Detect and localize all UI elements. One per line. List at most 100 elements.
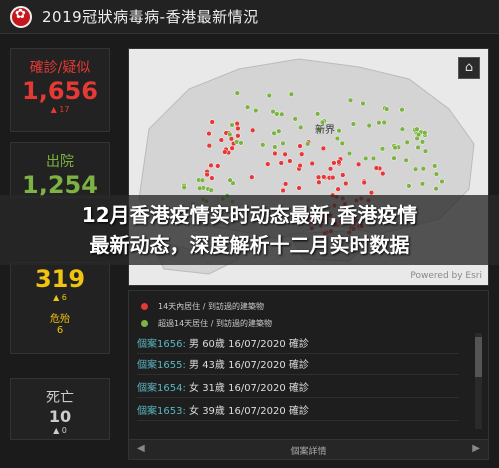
case-marker[interactable] (208, 162, 214, 169)
case-marker[interactable] (420, 166, 426, 172)
case-marker[interactable] (234, 120, 240, 127)
case-marker[interactable] (406, 183, 412, 189)
case-marker[interactable] (316, 179, 322, 185)
case-marker[interactable] (309, 160, 315, 167)
case-marker[interactable] (204, 171, 210, 178)
case-marker[interactable] (391, 155, 397, 161)
case-marker[interactable] (314, 111, 321, 117)
case-marker[interactable] (336, 159, 342, 165)
case-marker[interactable] (330, 174, 336, 181)
case-marker[interactable] (422, 130, 428, 136)
case-marker[interactable] (209, 175, 215, 181)
case-marker[interactable] (222, 149, 228, 155)
home-icon[interactable]: ⌂ (458, 57, 480, 79)
case-marker[interactable] (282, 151, 288, 157)
case-marker[interactable] (414, 126, 420, 132)
case-marker[interactable] (299, 151, 305, 157)
case-marker[interactable] (340, 172, 346, 178)
case-marker[interactable] (279, 111, 285, 117)
case-row[interactable]: 個案1653: 女 39歲 16/07/2020 確診 (137, 403, 459, 421)
case-marker[interactable] (228, 136, 235, 142)
case-marker[interactable] (373, 165, 380, 171)
case-marker[interactable] (287, 158, 293, 164)
case-marker[interactable] (350, 121, 357, 127)
case-marker[interactable] (234, 139, 240, 145)
case-marker[interactable] (433, 171, 440, 177)
case-marker[interactable] (238, 140, 244, 146)
case-marker[interactable] (433, 186, 439, 192)
case-marker[interactable] (315, 174, 322, 180)
case-marker[interactable] (298, 124, 304, 131)
case-marker[interactable] (229, 122, 235, 128)
case-marker[interactable] (272, 150, 278, 157)
case-marker[interactable] (321, 174, 327, 180)
case-marker[interactable] (415, 144, 421, 151)
case-row[interactable]: 個案1654: 女 31歲 16/07/2020 確診 (137, 380, 459, 398)
case-marker[interactable] (265, 161, 271, 167)
case-marker[interactable] (235, 133, 241, 139)
case-marker[interactable] (282, 181, 289, 187)
case-marker[interactable] (347, 97, 354, 103)
case-marker[interactable] (336, 128, 342, 134)
case-marker[interactable] (380, 170, 386, 177)
case-marker[interactable] (260, 142, 266, 148)
case-marker[interactable] (439, 178, 445, 185)
case-marker[interactable] (376, 120, 382, 126)
case-marker[interactable] (320, 145, 327, 152)
case-marker[interactable] (253, 107, 259, 114)
case-marker[interactable] (399, 126, 406, 132)
case-marker[interactable] (208, 187, 214, 193)
case-marker[interactable] (292, 116, 298, 122)
case-marker[interactable] (270, 108, 276, 115)
case-marker[interactable] (412, 166, 419, 172)
case-marker[interactable] (276, 128, 282, 134)
case-marker[interactable] (361, 179, 367, 186)
case-marker[interactable] (297, 143, 303, 149)
case-marker[interactable] (422, 148, 429, 154)
case-marker[interactable] (415, 131, 422, 138)
case-marker[interactable] (215, 163, 221, 169)
case-marker[interactable] (381, 119, 387, 126)
case-list-scrollbar[interactable] (475, 333, 482, 429)
case-marker[interactable] (419, 139, 426, 145)
case-marker[interactable] (280, 187, 286, 194)
case-row[interactable]: 個案1656: 男 60歲 16/07/2020 確診 (137, 336, 459, 354)
case-marker[interactable] (181, 184, 187, 191)
next-page-button[interactable]: ▶ (472, 443, 480, 454)
case-marker[interactable] (234, 90, 240, 96)
case-marker[interactable] (227, 177, 233, 183)
case-marker[interactable] (346, 150, 353, 157)
case-marker[interactable] (296, 185, 302, 191)
case-marker[interactable] (370, 155, 377, 162)
case-marker[interactable] (379, 146, 386, 152)
case-marker[interactable] (227, 131, 233, 138)
case-marker[interactable] (288, 91, 295, 97)
case-marker[interactable] (366, 122, 372, 129)
case-marker[interactable] (249, 174, 255, 180)
case-marker[interactable] (384, 106, 390, 112)
case-marker[interactable] (244, 104, 251, 110)
case-marker[interactable] (392, 144, 398, 151)
case-marker[interactable] (209, 119, 215, 125)
case-marker[interactable] (419, 181, 426, 187)
case-marker[interactable] (199, 177, 206, 183)
case-marker[interactable] (206, 130, 212, 137)
case-marker[interactable] (331, 160, 337, 166)
case-marker[interactable] (305, 141, 311, 147)
case-marker[interactable] (343, 180, 349, 187)
case-marker[interactable] (278, 160, 284, 166)
case-marker[interactable] (404, 139, 410, 145)
case-marker[interactable] (363, 155, 369, 162)
case-marker[interactable] (197, 185, 203, 191)
case-marker[interactable] (266, 92, 272, 99)
case-marker[interactable] (250, 127, 256, 133)
case-marker[interactable] (335, 186, 341, 192)
case-marker[interactable] (403, 157, 409, 163)
case-marker[interactable] (218, 137, 224, 143)
case-marker[interactable] (235, 125, 241, 132)
case-marker[interactable] (271, 130, 277, 136)
case-marker[interactable] (229, 145, 235, 151)
case-marker[interactable] (327, 166, 334, 172)
case-marker[interactable] (280, 140, 286, 147)
case-marker[interactable] (399, 107, 405, 113)
